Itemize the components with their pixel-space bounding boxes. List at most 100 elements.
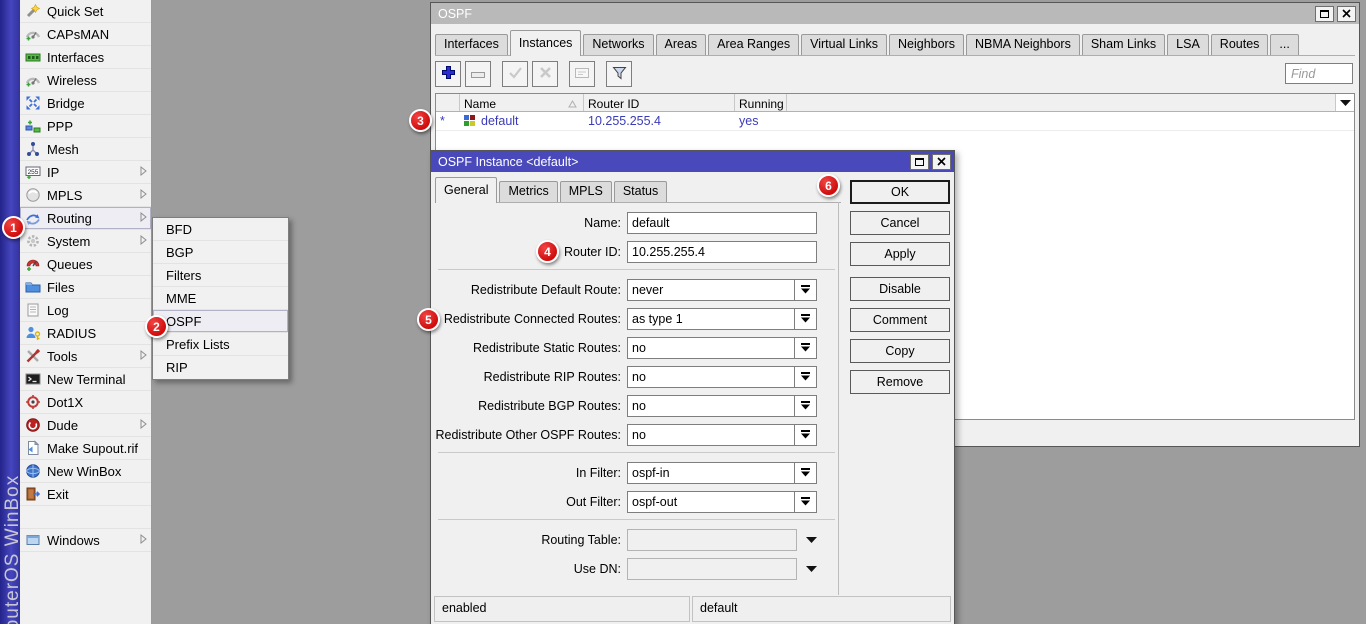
copy-button[interactable]: Copy [850, 339, 950, 363]
enable-button[interactable] [502, 61, 528, 87]
dialog-tab-status[interactable]: Status [614, 181, 667, 202]
field-input-redistribute-static-routes[interactable] [627, 337, 795, 359]
dropdown-arrow-icon [801, 283, 810, 297]
remove-button[interactable] [465, 61, 491, 87]
submenu-item-ospf[interactable]: OSPF [153, 310, 288, 333]
sidebar-item-tools[interactable]: Tools [20, 345, 151, 368]
close-button[interactable] [1337, 6, 1356, 22]
submenu-item-prefix-lists[interactable]: Prefix Lists [153, 333, 288, 356]
sidebar-item-bridge[interactable]: Bridge [20, 92, 151, 115]
router-id-column-header[interactable]: Router ID [584, 94, 735, 111]
field-input-name[interactable] [627, 212, 817, 234]
ospf-tab-routes[interactable]: Routes [1211, 34, 1269, 55]
dialog-close-button[interactable] [932, 154, 951, 170]
find-input[interactable] [1285, 63, 1353, 84]
dialog-maximize-button[interactable] [910, 154, 929, 170]
sidebar-item-windows[interactable]: Windows [20, 529, 151, 552]
form-separator [438, 269, 835, 270]
instance-row-default[interactable]: *default10.255.255.4yes [436, 112, 1354, 131]
remove-button[interactable]: Remove [850, 370, 950, 394]
dropdown-button[interactable] [795, 366, 817, 388]
ospf-instance-dialog: OSPF Instance <default> GeneralMetricsMP… [430, 150, 955, 624]
disable-button[interactable]: Disable [850, 277, 950, 301]
dialog-tab-mpls[interactable]: MPLS [560, 181, 612, 202]
dropdown-arrow-icon [801, 341, 810, 355]
column-picker-button[interactable] [1335, 94, 1354, 111]
ospf-tab-areas[interactable]: Areas [656, 34, 707, 55]
maximize-button[interactable] [1315, 6, 1334, 22]
dropdown-button[interactable] [795, 337, 817, 359]
field-input-redistribute-bgp-routes[interactable] [627, 395, 795, 417]
submenu-item-bfd[interactable]: BFD [153, 218, 288, 241]
ospf-tab-area-ranges[interactable]: Area Ranges [708, 34, 799, 55]
sidebar-item-system[interactable]: System [20, 230, 151, 253]
comment-button[interactable] [569, 61, 595, 87]
sidebar-item-new-terminal[interactable]: New Terminal [20, 368, 151, 391]
comment-button[interactable]: Comment [850, 308, 950, 332]
sidebar-item-dot1x[interactable]: Dot1X [20, 391, 151, 414]
ospf-tab-instances[interactable]: Instances [510, 30, 582, 56]
sidebar-item-files[interactable]: Files [20, 276, 151, 299]
sidebar-item-interfaces[interactable]: Interfaces [20, 46, 151, 69]
submenu-item-bgp[interactable]: BGP [153, 241, 288, 264]
bridge-icon [25, 95, 41, 111]
dialog-title: OSPF Instance <default> [438, 155, 907, 169]
dropdown-button[interactable] [795, 308, 817, 330]
field-row-redistribute-rip-routes: Redistribute RIP Routes: [435, 365, 838, 388]
submenu-item-filters[interactable]: Filters [153, 264, 288, 287]
ok-button[interactable]: OK [850, 180, 950, 204]
field-input-redistribute-default-route[interactable] [627, 279, 795, 301]
sidebar-item-ip[interactable]: 255IP [20, 161, 151, 184]
dropdown-button[interactable] [795, 424, 817, 446]
sidebar-item-queues[interactable]: Queues [20, 253, 151, 276]
dropdown-arrow-icon [801, 370, 810, 384]
sidebar-item-dude[interactable]: Dude [20, 414, 151, 437]
windows-icon [25, 532, 41, 548]
sidebar-item-mesh[interactable]: Mesh [20, 138, 151, 161]
sidebar-item-quick-set[interactable]: Quick Set [20, 0, 151, 23]
submenu-arrow-icon [140, 165, 148, 179]
ospf-tab-interfaces[interactable]: Interfaces [435, 34, 508, 55]
dropdown-button[interactable] [795, 491, 817, 513]
sidebar-item-radius[interactable]: RADIUS [20, 322, 151, 345]
filter-button[interactable] [606, 61, 632, 87]
submenu-item-rip[interactable]: RIP [153, 356, 288, 379]
sidebar-item-routing[interactable]: Routing [20, 207, 151, 230]
annotation-circle-5: 5 [417, 308, 440, 331]
ospf-tab-virtual-links[interactable]: Virtual Links [801, 34, 887, 55]
ospf-tab-networks[interactable]: Networks [583, 34, 653, 55]
field-input-in-filter[interactable] [627, 462, 795, 484]
sidebar-item-ppp[interactable]: PPP [20, 115, 151, 138]
apply-button[interactable]: Apply [850, 242, 950, 266]
field-input-out-filter[interactable] [627, 491, 795, 513]
field-input-redistribute-connected-routes[interactable] [627, 308, 795, 330]
sidebar-item-mpls[interactable]: MPLS [20, 184, 151, 207]
dialog-tab-general[interactable]: General [435, 177, 497, 203]
field-input-redistribute-other-ospf-routes[interactable] [627, 424, 795, 446]
dropdown-button[interactable] [795, 279, 817, 301]
ospf-tab-[interactable]: ... [1270, 34, 1298, 55]
running-column-header[interactable]: Running [735, 94, 787, 111]
ospf-tab-sham-links[interactable]: Sham Links [1082, 34, 1165, 55]
add-button[interactable] [435, 61, 461, 87]
submenu-item-mme[interactable]: MME [153, 287, 288, 310]
name-column-header[interactable]: Name [460, 94, 584, 111]
sidebar-item-log[interactable]: Log [20, 299, 151, 322]
disable-button[interactable] [532, 61, 558, 87]
dialog-tab-metrics[interactable]: Metrics [499, 181, 557, 202]
ospf-tab-neighbors[interactable]: Neighbors [889, 34, 964, 55]
cancel-button[interactable]: Cancel [850, 211, 950, 235]
field-input-router-id[interactable] [627, 241, 817, 263]
ospf-tab-lsa[interactable]: LSA [1167, 34, 1209, 55]
sidebar-item-make-supout-rif[interactable]: Make Supout.rif [20, 437, 151, 460]
field-input-redistribute-rip-routes[interactable] [627, 366, 795, 388]
sidebar-item-wireless[interactable]: Wireless [20, 69, 151, 92]
sidebar-item-exit[interactable]: Exit [20, 483, 151, 506]
dropdown-button[interactable] [795, 462, 817, 484]
field-label: Redistribute Other OSPF Routes: [435, 428, 627, 442]
ospf-tab-nbma-neighbors[interactable]: NBMA Neighbors [966, 34, 1080, 55]
dropdown-button[interactable] [795, 395, 817, 417]
sidebar-item-new-winbox[interactable]: New WinBox [20, 460, 151, 483]
dropdown-triangle-icon [806, 537, 817, 543]
sidebar-item-capsman[interactable]: CAPsMAN [20, 23, 151, 46]
